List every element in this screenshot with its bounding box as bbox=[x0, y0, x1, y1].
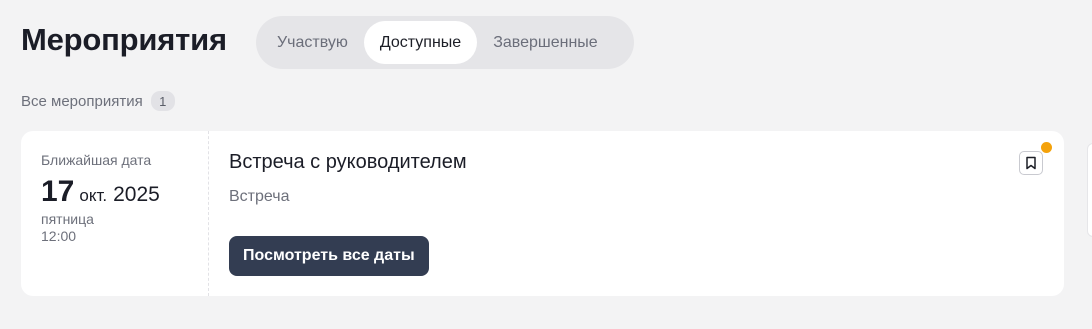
view-all-dates-button[interactable]: Посмотреть все даты bbox=[229, 236, 429, 276]
event-card[interactable]: Ближайшая дата 17 окт. 2025 пятница 12:0… bbox=[21, 131, 1064, 296]
section-header: Все мероприятия 1 bbox=[21, 91, 175, 111]
bookmark-button[interactable] bbox=[1019, 151, 1043, 175]
event-date: 17 окт. 2025 bbox=[41, 175, 160, 209]
event-title[interactable]: Встреча с руководителем bbox=[229, 151, 467, 174]
page-title: Мероприятия bbox=[21, 22, 227, 57]
tab-available[interactable]: Доступные bbox=[363, 21, 478, 64]
event-type: Встреча bbox=[229, 188, 290, 205]
date-day: 17 bbox=[41, 175, 75, 208]
date-caption: Ближайшая дата bbox=[41, 152, 152, 168]
date-column: Ближайшая дата 17 окт. 2025 пятница 12:0… bbox=[21, 131, 209, 296]
bookmark-icon bbox=[1026, 156, 1036, 170]
tab-completed[interactable]: Завершенные bbox=[477, 21, 613, 64]
date-month: окт. bbox=[79, 186, 108, 205]
date-year: 2025 bbox=[113, 183, 160, 206]
date-weekday: пятница bbox=[41, 211, 94, 227]
section-label: Все мероприятия bbox=[21, 92, 143, 110]
events-page: Мероприятия Участвую Доступные Завершенн… bbox=[0, 0, 1092, 329]
count-badge: 1 bbox=[150, 91, 175, 111]
notification-dot bbox=[1041, 142, 1052, 153]
event-time: 12:00 bbox=[41, 228, 77, 244]
tabs-switcher: Участвую Доступные Завершенные bbox=[256, 16, 634, 69]
tab-participating[interactable]: Участвую bbox=[261, 21, 364, 64]
next-card-edge bbox=[1087, 143, 1092, 237]
